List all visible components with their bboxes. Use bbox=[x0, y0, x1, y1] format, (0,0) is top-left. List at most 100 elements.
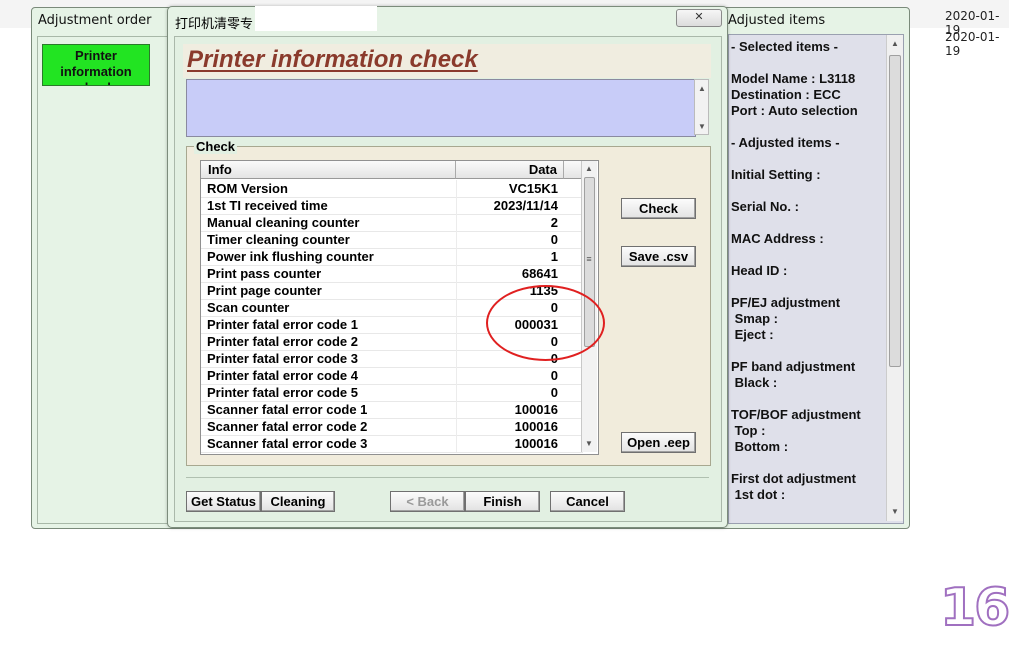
adjusted-item-line: Top : bbox=[731, 423, 766, 438]
column-header-info[interactable]: Info bbox=[201, 161, 456, 179]
adjusted-item-line bbox=[731, 55, 885, 71]
data-cell: 0 bbox=[550, 368, 558, 383]
info-cell: Scanner fatal error code 3 bbox=[207, 436, 368, 451]
finish-button[interactable]: Finish bbox=[465, 491, 540, 512]
adjusted-item-line: Serial No. : bbox=[731, 199, 799, 214]
adjustment-order-title: Adjustment order bbox=[38, 13, 152, 28]
adjusted-item-line bbox=[731, 215, 885, 231]
adjustment-order-pane bbox=[37, 36, 168, 524]
table-row[interactable]: 1st TI received time 2023/11/14 bbox=[201, 197, 583, 215]
adjusted-item-line bbox=[731, 391, 885, 407]
adjusted-item-line bbox=[731, 247, 885, 263]
column-separator bbox=[456, 231, 457, 248]
info-cell: Printer fatal error code 3 bbox=[207, 351, 358, 366]
adjusted-item-line bbox=[731, 279, 885, 295]
adjusted-item-line: Head ID : bbox=[731, 263, 788, 278]
table-row[interactable]: Printer fatal error code 4 0 bbox=[201, 367, 583, 385]
adjusted-item-line: Destination : ECC bbox=[731, 87, 841, 102]
column-separator bbox=[456, 197, 457, 214]
table-row[interactable]: Printer fatal error code 5 0 bbox=[201, 384, 583, 402]
title-redaction bbox=[255, 6, 377, 31]
info-cell: Printer fatal error code 1 bbox=[207, 317, 358, 332]
adjusted-item-line: Bottom : bbox=[731, 439, 789, 454]
info-cell: Power ink flushing counter bbox=[207, 249, 374, 264]
message-scrollbar[interactable]: ▲ ▼ bbox=[694, 79, 709, 135]
adjusted-item-line: PF/EJ adjustment bbox=[731, 295, 841, 310]
adjusted-item-line: Model Name : L3118 bbox=[731, 71, 856, 86]
column-separator bbox=[456, 248, 457, 265]
page-number: 16 bbox=[939, 577, 1009, 639]
cancel-button[interactable]: Cancel bbox=[550, 491, 625, 512]
adjusted-item-line bbox=[731, 343, 885, 359]
open-eep-button[interactable]: Open .eep bbox=[621, 432, 696, 453]
column-separator bbox=[456, 265, 457, 282]
table-row[interactable]: Scanner fatal error code 2 100016 bbox=[201, 418, 583, 436]
adjusted-item-line: - Adjusted items - bbox=[731, 135, 840, 150]
adjusted-item-line: TOF/BOF adjustment bbox=[731, 407, 861, 422]
scroll-down-icon[interactable]: ▼ bbox=[695, 122, 709, 131]
adjusted-items-scrollbar[interactable]: ▲ ▼ bbox=[886, 35, 903, 521]
column-separator bbox=[456, 299, 457, 316]
save-csv-button[interactable]: Save .csv bbox=[621, 246, 696, 267]
info-cell: 1st TI received time bbox=[207, 198, 328, 213]
scroll-up-icon[interactable]: ▲ bbox=[888, 39, 902, 48]
table-row[interactable]: ROM Version VC15K1 bbox=[201, 180, 583, 198]
table-row[interactable]: Manual cleaning counter 2 bbox=[201, 214, 583, 232]
close-button[interactable]: ✕ bbox=[676, 9, 722, 27]
info-cell: Scan counter bbox=[207, 300, 290, 315]
data-cell: 0 bbox=[550, 232, 558, 247]
check-button[interactable]: Check bbox=[621, 198, 696, 219]
adjusted-item-line: Port : Auto selection bbox=[731, 103, 858, 118]
info-cell: Printer fatal error code 2 bbox=[207, 334, 358, 349]
info-cell: Timer cleaning counter bbox=[207, 232, 350, 247]
scroll-grip-icon: ≡ bbox=[586, 254, 592, 264]
column-separator bbox=[456, 214, 457, 231]
column-separator bbox=[456, 401, 457, 418]
adjusted-item-line: Smap : bbox=[731, 311, 778, 326]
adjusted-item-line: Eject : bbox=[731, 327, 774, 342]
dialog-title: 打印机清零专 bbox=[175, 17, 254, 32]
adjusted-items-pane: - Selected items - Model Name : L3118 Dest… bbox=[728, 34, 904, 524]
scroll-thumb[interactable] bbox=[889, 55, 901, 367]
adjusted-item-line: Initial Setting : bbox=[731, 167, 821, 182]
table-row[interactable]: Scanner fatal error code 3 100016 bbox=[201, 435, 583, 453]
table-row[interactable]: Power ink flushing counter 1 bbox=[201, 248, 583, 266]
table-row[interactable]: Scanner fatal error code 1 100016 bbox=[201, 401, 583, 419]
background-date: 2020-01-19 bbox=[945, 30, 1000, 58]
adjusted-item-line: PF band adjustment bbox=[731, 359, 856, 374]
scroll-up-icon[interactable]: ▲ bbox=[582, 164, 596, 173]
table-row[interactable]: Print pass counter 68641 bbox=[201, 265, 583, 283]
annotation-circle bbox=[486, 285, 605, 361]
info-cell: Print pass counter bbox=[207, 266, 322, 281]
data-cell: 2023/11/14 bbox=[493, 198, 558, 213]
data-cell: 0 bbox=[550, 385, 558, 400]
message-box bbox=[186, 79, 696, 137]
column-separator bbox=[456, 180, 457, 197]
column-separator bbox=[456, 282, 457, 299]
data-cell: 68641 bbox=[521, 266, 558, 281]
info-cell: Printer fatal error code 4 bbox=[207, 368, 358, 383]
page-title: Printer information check bbox=[187, 46, 478, 73]
adjusted-item-line: 1st dot : bbox=[731, 487, 786, 502]
get-status-button[interactable]: Get Status bbox=[186, 491, 261, 512]
table-row[interactable]: Timer cleaning counter 0 bbox=[201, 231, 583, 249]
info-cell: ROM Version bbox=[207, 181, 288, 196]
column-separator bbox=[456, 384, 457, 401]
adjusted-item-line bbox=[731, 151, 885, 167]
data-cell: 100016 bbox=[514, 436, 558, 451]
cleaning-button[interactable]: Cleaning bbox=[261, 491, 335, 512]
back-button[interactable]: < Back bbox=[390, 491, 465, 512]
data-cell: 100016 bbox=[514, 402, 558, 417]
scroll-down-icon[interactable]: ▼ bbox=[582, 439, 596, 448]
column-separator bbox=[456, 418, 457, 435]
scroll-down-icon[interactable]: ▼ bbox=[888, 507, 902, 516]
column-separator bbox=[456, 316, 457, 333]
adjusted-item-line: MAC Address : bbox=[731, 231, 824, 246]
printer-information-check-button[interactable]: Printer information check bbox=[42, 44, 150, 86]
column-header-data[interactable]: Data bbox=[456, 161, 564, 179]
scroll-up-icon[interactable]: ▲ bbox=[695, 84, 709, 93]
info-cell: Manual cleaning counter bbox=[207, 215, 360, 230]
data-cell: 100016 bbox=[514, 419, 558, 434]
column-separator bbox=[456, 367, 457, 384]
column-separator bbox=[456, 435, 457, 452]
